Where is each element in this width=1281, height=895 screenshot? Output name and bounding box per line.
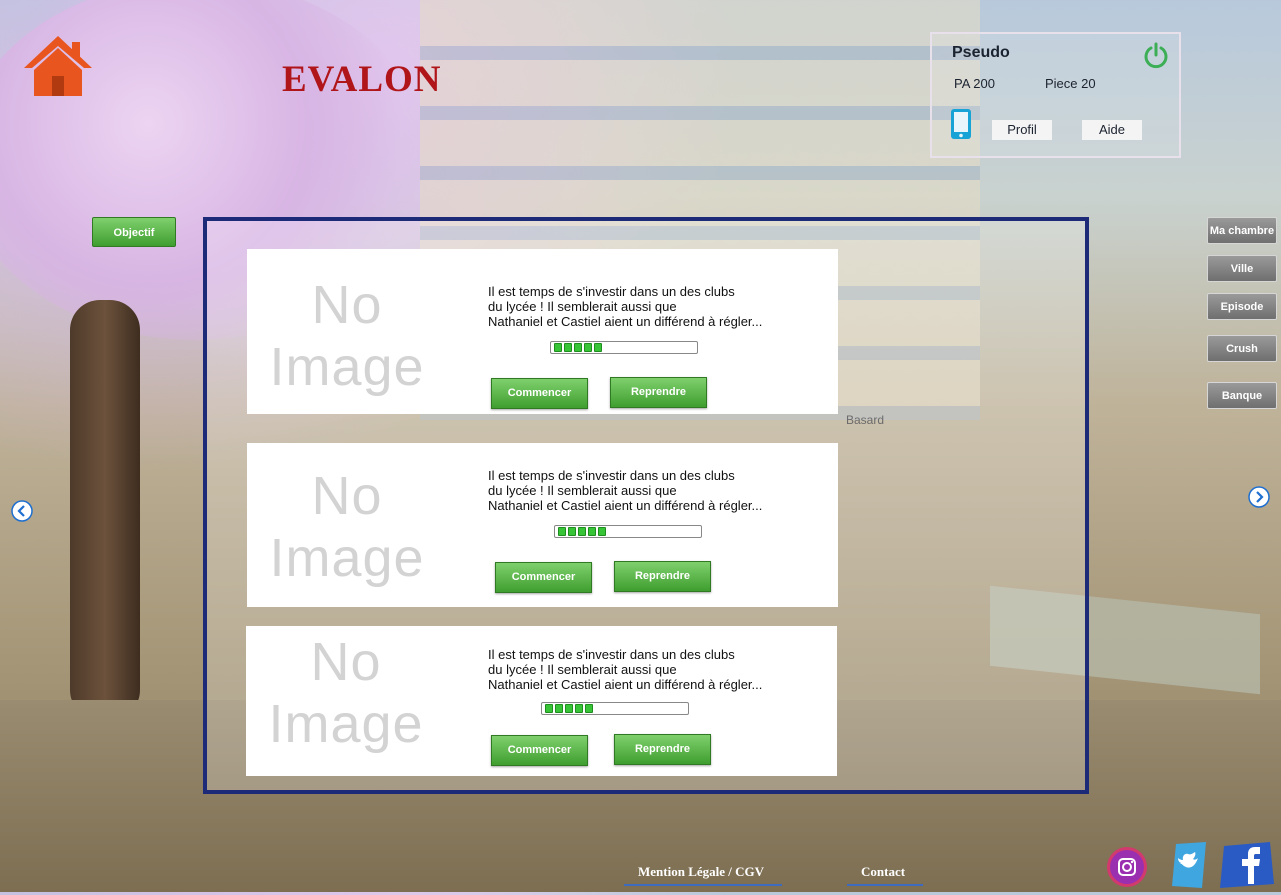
description-line: du lycée ! Il semblerait aussi que [488, 662, 677, 677]
objectif-button[interactable]: Objectif [92, 217, 176, 247]
reprendre-button[interactable]: Reprendre [610, 377, 707, 408]
previous-arrow-icon[interactable] [11, 500, 33, 522]
nav-ma-chambre[interactable]: Ma chambre [1207, 217, 1277, 244]
progress-dot [594, 343, 602, 352]
commencer-button[interactable]: Commencer [495, 562, 592, 593]
nav-crush[interactable]: Crush [1207, 335, 1277, 362]
description-line: Nathaniel et Castiel aient un différend … [488, 498, 763, 513]
piece-count: Piece 20 [1045, 76, 1096, 91]
episode-image-placeholder: No Image [266, 631, 426, 755]
profil-button[interactable]: Profil [992, 120, 1052, 140]
progress-dot [584, 343, 592, 352]
episode-description: Il est temps de s'investir dans un des c… [488, 468, 762, 513]
aide-button[interactable]: Aide [1082, 120, 1142, 140]
description-line: Il est temps de s'investir dans un des c… [488, 647, 735, 662]
username: Pseudo [952, 44, 1010, 61]
progress-dot [554, 343, 562, 352]
description-line: Nathaniel et Castiel aient un différend … [488, 314, 763, 329]
episode-progress-bar [550, 341, 698, 354]
power-icon[interactable] [1142, 42, 1170, 70]
progress-dot [568, 527, 576, 536]
site-logo[interactable]: EVALON [282, 58, 442, 101]
nav-episode[interactable]: Episode [1207, 293, 1277, 320]
basard-link[interactable]: Basard [846, 413, 884, 427]
progress-dot [564, 343, 572, 352]
user-panel: Pseudo PA 200 Piece 20 Profil Aide [930, 32, 1181, 158]
progress-dot [555, 704, 563, 713]
episode-card: No Image Il est temps de s'investir dans … [246, 626, 837, 776]
twitter-icon[interactable] [1168, 840, 1210, 895]
no-image-text: No Image [269, 466, 425, 588]
instagram-icon[interactable] [1106, 846, 1148, 893]
nav-ville[interactable]: Ville [1207, 255, 1277, 282]
home-icon[interactable] [22, 34, 94, 98]
description-line: Il est temps de s'investir dans un des c… [488, 468, 735, 483]
commencer-button[interactable]: Commencer [491, 735, 588, 766]
progress-dot [558, 527, 566, 536]
phone-icon[interactable] [950, 108, 972, 140]
background-tree-trunk [70, 300, 140, 720]
description-line: du lycée ! Il semblerait aussi que [488, 299, 677, 314]
progress-dot [575, 704, 583, 713]
commencer-button[interactable]: Commencer [491, 378, 588, 409]
episode-progress-bar [554, 525, 702, 538]
episode-card: No Image Il est temps de s'investir dans … [247, 249, 838, 414]
description-line: Il est temps de s'investir dans un des c… [488, 284, 735, 299]
facebook-icon[interactable] [1218, 838, 1276, 895]
reprendre-button[interactable]: Reprendre [614, 561, 711, 592]
contact-link[interactable]: Contact [846, 864, 924, 886]
progress-dot [545, 704, 553, 713]
description-line: Nathaniel et Castiel aient un différend … [488, 677, 763, 692]
progress-dot [578, 527, 586, 536]
description-line: du lycée ! Il semblerait aussi que [488, 483, 677, 498]
nav-banque[interactable]: Banque [1207, 382, 1277, 409]
episode-progress-bar [541, 702, 689, 715]
episode-image-placeholder: No Image [267, 274, 427, 398]
progress-dot [574, 343, 582, 352]
pa-count: PA 200 [954, 76, 995, 91]
episode-description: Il est temps de s'investir dans un des c… [488, 284, 762, 329]
progress-dot [588, 527, 596, 536]
progress-dot [565, 704, 573, 713]
no-image-text: No Image [268, 632, 424, 754]
episode-card: No Image Il est temps de s'investir dans … [247, 443, 838, 607]
progress-dot [585, 704, 593, 713]
episode-description: Il est temps de s'investir dans un des c… [488, 647, 762, 692]
progress-dot [598, 527, 606, 536]
no-image-text: No Image [269, 275, 425, 397]
episode-image-placeholder: No Image [267, 465, 427, 589]
legal-link[interactable]: Mention Légale / CGV [623, 864, 783, 886]
next-arrow-icon[interactable] [1248, 486, 1270, 508]
reprendre-button[interactable]: Reprendre [614, 734, 711, 765]
